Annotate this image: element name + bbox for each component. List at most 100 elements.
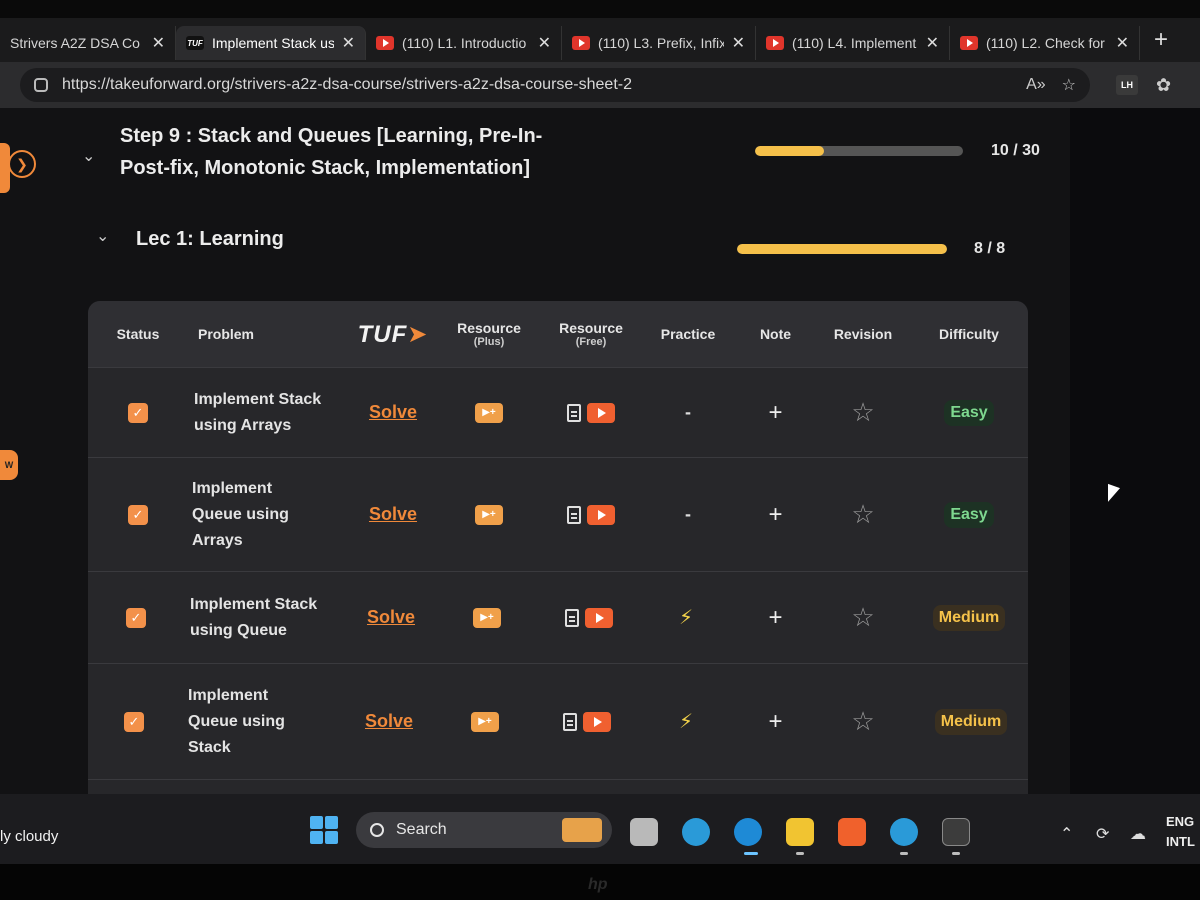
free-resources — [542, 664, 632, 779]
article-icon[interactable] — [563, 712, 577, 731]
task-view-icon[interactable] — [630, 818, 658, 846]
new-tab-icon[interactable]: + — [1154, 26, 1168, 54]
close-icon[interactable]: ✕ — [732, 33, 745, 53]
read-aloud-icon[interactable]: A» — [1026, 76, 1046, 94]
tab-title: (110) L1. Introductio — [402, 35, 527, 51]
tab-title: (110) L4. Implement — [792, 35, 917, 51]
active-app-indicator — [744, 852, 758, 855]
add-note-icon[interactable]: + — [738, 458, 813, 571]
tab-youtube-l2[interactable]: (110) L2. Check for B ✕ — [950, 26, 1140, 60]
free-resources — [546, 368, 636, 457]
practice-cell: - — [685, 504, 691, 524]
article-icon[interactable] — [567, 505, 581, 524]
practice-platform-icon[interactable]: ⚡ — [641, 572, 731, 663]
plus-video-icon[interactable]: ▶+ — [444, 368, 534, 457]
plus-video-icon[interactable]: ▶+ — [442, 572, 532, 663]
windows-start-icon[interactable] — [310, 816, 338, 844]
tab-implement-stack[interactable]: TUF Implement Stack usi ✕ — [176, 26, 366, 60]
solve-link[interactable]: Solve — [348, 458, 438, 571]
chevron-down-icon[interactable]: ⌄ — [96, 226, 109, 246]
difficulty-badge: Medium — [924, 572, 1014, 663]
status-checkbox[interactable]: ✓ — [128, 504, 148, 525]
col-practice: Practice — [660, 326, 716, 342]
tab-strivers-sheet[interactable]: Strivers A2Z DSA Co ✕ — [0, 26, 176, 60]
close-icon[interactable]: ✕ — [342, 33, 355, 53]
tab-youtube-l4[interactable]: (110) L4. Implement ✕ — [756, 26, 950, 60]
youtube-favicon-icon — [766, 36, 784, 50]
status-checkbox[interactable]: ✓ — [124, 711, 144, 732]
revision-star-icon[interactable]: ☆ — [818, 368, 908, 457]
table-row: ✓ Implement Queue using Arrays Solve ▶+ - … — [88, 457, 1028, 571]
col-note: Note — [759, 326, 792, 342]
telegram-icon[interactable] — [890, 818, 918, 846]
tab-youtube-l3[interactable]: (110) L3. Prefix, Infix, ✕ — [562, 26, 756, 60]
solve-link[interactable]: Solve — [346, 572, 436, 663]
taskbar-search[interactable]: Search — [356, 812, 612, 848]
status-checkbox[interactable]: ✓ — [126, 607, 146, 628]
close-icon[interactable]: ✕ — [926, 33, 939, 53]
youtube-icon[interactable] — [585, 607, 613, 628]
col-resource-plus: Resource (Plus) — [457, 320, 521, 348]
practice-platform-icon[interactable]: ⚡ — [641, 664, 731, 779]
chevron-right-icon[interactable]: ❯ — [8, 150, 36, 178]
file-explorer-icon[interactable] — [786, 818, 814, 846]
youtube-icon[interactable] — [583, 711, 611, 732]
add-note-icon[interactable]: + — [738, 572, 813, 663]
tab-title: Strivers A2Z DSA Co — [10, 35, 140, 51]
site-info-icon[interactable] — [34, 78, 48, 92]
revision-star-icon[interactable]: ☆ — [818, 458, 908, 571]
extension-icon[interactable]: LH — [1116, 75, 1138, 95]
url-text[interactable]: https://takeuforward.org/strivers-a2z-ds… — [62, 76, 1010, 94]
address-bar[interactable]: https://takeuforward.org/strivers-a2z-ds… — [20, 68, 1090, 102]
edge-browser-icon[interactable] — [734, 818, 762, 846]
cloud-offline-icon[interactable]: ☁ — [1130, 824, 1146, 844]
running-indicator — [796, 852, 804, 855]
col-resource-free: Resource (Free) — [559, 320, 623, 348]
status-cell: ✓ — [114, 664, 154, 779]
youtube-favicon-icon — [960, 36, 978, 50]
free-resources — [546, 458, 636, 571]
step-header[interactable]: ⌄ Step 9 : Stack and Queues [Learning, P… — [78, 118, 1058, 198]
extensions-puzzle-icon[interactable]: ✿ — [1156, 75, 1171, 96]
address-row: https://takeuforward.org/strivers-a2z-ds… — [0, 62, 1200, 108]
terminal-icon[interactable] — [942, 818, 970, 846]
article-icon[interactable] — [567, 403, 581, 422]
status-cell: ✓ — [118, 368, 158, 457]
youtube-icon[interactable] — [587, 504, 615, 525]
table-header: Status Problem TUF➤ Resource (Plus) Resou… — [88, 301, 1028, 367]
article-icon[interactable] — [565, 608, 579, 627]
revision-star-icon[interactable]: ☆ — [818, 572, 908, 663]
add-note-icon[interactable]: + — [738, 664, 813, 779]
chevron-up-icon[interactable]: ⌃ — [1060, 824, 1073, 844]
practice-cell: - — [685, 402, 691, 422]
problem-table: Status Problem TUF➤ Resource (Plus) Resou… — [88, 301, 1028, 794]
search-icon — [370, 823, 384, 837]
chevron-down-icon[interactable]: ⌄ — [82, 146, 95, 166]
plus-video-icon[interactable]: ▶+ — [444, 458, 534, 571]
side-badge[interactable]: W — [0, 450, 18, 480]
solve-link[interactable]: Solve — [344, 664, 434, 779]
revision-star-icon[interactable]: ☆ — [818, 664, 908, 779]
language-indicator[interactable]: ENG INTL — [1166, 812, 1195, 852]
close-icon[interactable]: ✕ — [538, 33, 551, 53]
close-icon[interactable]: ✕ — [1116, 33, 1129, 53]
youtube-favicon-icon — [572, 36, 590, 50]
weather-widget[interactable]: ly cloudy — [0, 828, 58, 845]
sync-icon[interactable]: ⟳ — [1096, 824, 1109, 844]
tab-youtube-l1[interactable]: (110) L1. Introductio ✕ — [366, 26, 562, 60]
table-row: ✓ Implement Stack using Arrays Solve ▶+ -… — [88, 367, 1028, 457]
telegram-icon[interactable] — [682, 818, 710, 846]
step-title: Step 9 : Stack and Queues [Learning, Pre… — [120, 125, 543, 179]
youtube-icon[interactable] — [587, 402, 615, 423]
add-note-icon[interactable]: + — [738, 368, 813, 457]
problem-name: Implement Stack using Arrays — [194, 390, 322, 434]
close-icon[interactable]: ✕ — [152, 33, 165, 53]
youtube-app-icon[interactable] — [838, 818, 866, 846]
table-row — [88, 779, 1028, 794]
solve-link[interactable]: Solve — [348, 368, 438, 457]
tab-title: (110) L2. Check for B — [986, 35, 1108, 51]
favorite-star-icon[interactable]: ☆ — [1062, 75, 1076, 95]
mouse-cursor-icon — [1108, 483, 1120, 507]
plus-video-icon[interactable]: ▶+ — [440, 664, 530, 779]
status-checkbox[interactable]: ✓ — [128, 402, 148, 423]
